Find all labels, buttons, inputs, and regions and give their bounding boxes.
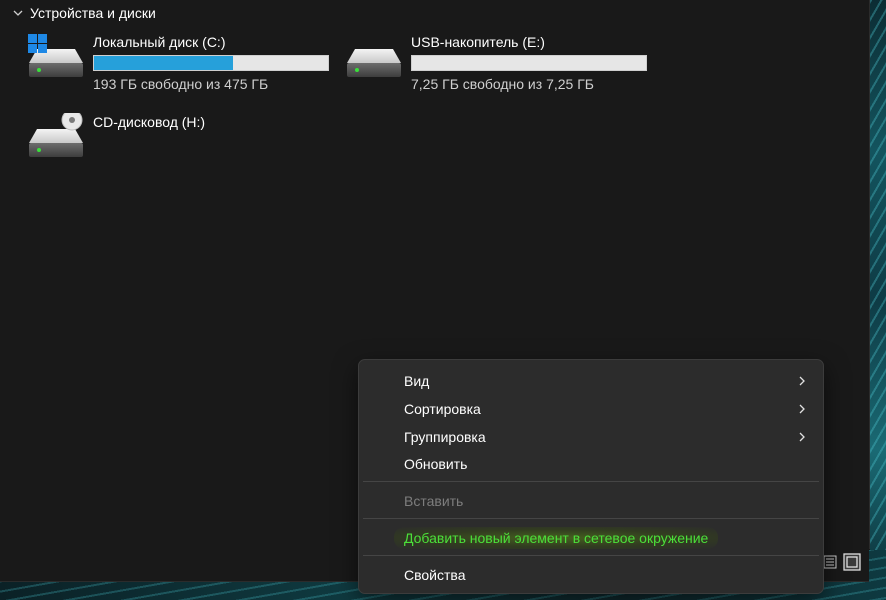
drive-name: Локальный диск (C:) [93,34,226,50]
menu-item-label: Добавить новый элемент в сетевое окружен… [394,527,719,549]
large-icons-view-icon[interactable] [843,553,861,571]
chevron-right-icon [799,404,805,414]
menu-item-add-network-location[interactable]: Добавить новый элемент в сетевое окружен… [363,524,819,552]
menu-item-paste[interactable]: Вставить [363,487,819,515]
chevron-down-icon [13,10,23,16]
menu-item-properties[interactable]: Свойства [363,561,819,589]
menu-item-label: Вставить [404,493,464,509]
chevron-right-icon [799,432,805,442]
menu-item-label: Группировка [404,429,486,445]
drive-usage-fill [94,56,233,70]
menu-separator [363,518,819,519]
drive-name: CD-дисковод (H:) [93,114,206,130]
drive-h[interactable]: CD-дисковод (H:) [27,109,206,167]
section-title: Устройства и диски [30,5,156,21]
chevron-right-icon [799,376,805,386]
context-menu: Вид Сортировка Группировка Обновить Вста… [358,359,824,594]
cd-drive-icon [27,109,85,167]
menu-item-view[interactable]: Вид [363,367,819,395]
menu-separator [363,481,819,482]
menu-item-group[interactable]: Группировка [363,423,819,451]
menu-item-label: Свойства [404,567,466,583]
menu-item-label: Вид [404,373,430,389]
drive-free-space: 193 ГБ свободно из 475 ГБ [93,76,269,92]
windows-drive-icon [27,33,85,87]
devices-section-header[interactable]: Устройства и диски [12,3,156,23]
drive-usage-bar [93,55,329,71]
menu-item-refresh[interactable]: Обновить [363,450,819,478]
menu-separator [363,555,819,556]
menu-item-label: Обновить [404,456,468,472]
drive-usage-bar [411,55,647,71]
menu-item-label: Сортировка [404,401,481,417]
drive-name: USB-накопитель (E:) [411,34,545,50]
drive-c[interactable]: Локальный диск (C:) 193 ГБ свободно из 4… [27,33,329,93]
menu-item-sort[interactable]: Сортировка [363,395,819,423]
usb-drive-icon [345,33,403,87]
desktop-wallpaper [870,0,886,600]
drive-e[interactable]: USB-накопитель (E:) 7,25 ГБ свободно из … [345,33,647,93]
drive-free-space: 7,25 ГБ свободно из 7,25 ГБ [411,76,594,92]
